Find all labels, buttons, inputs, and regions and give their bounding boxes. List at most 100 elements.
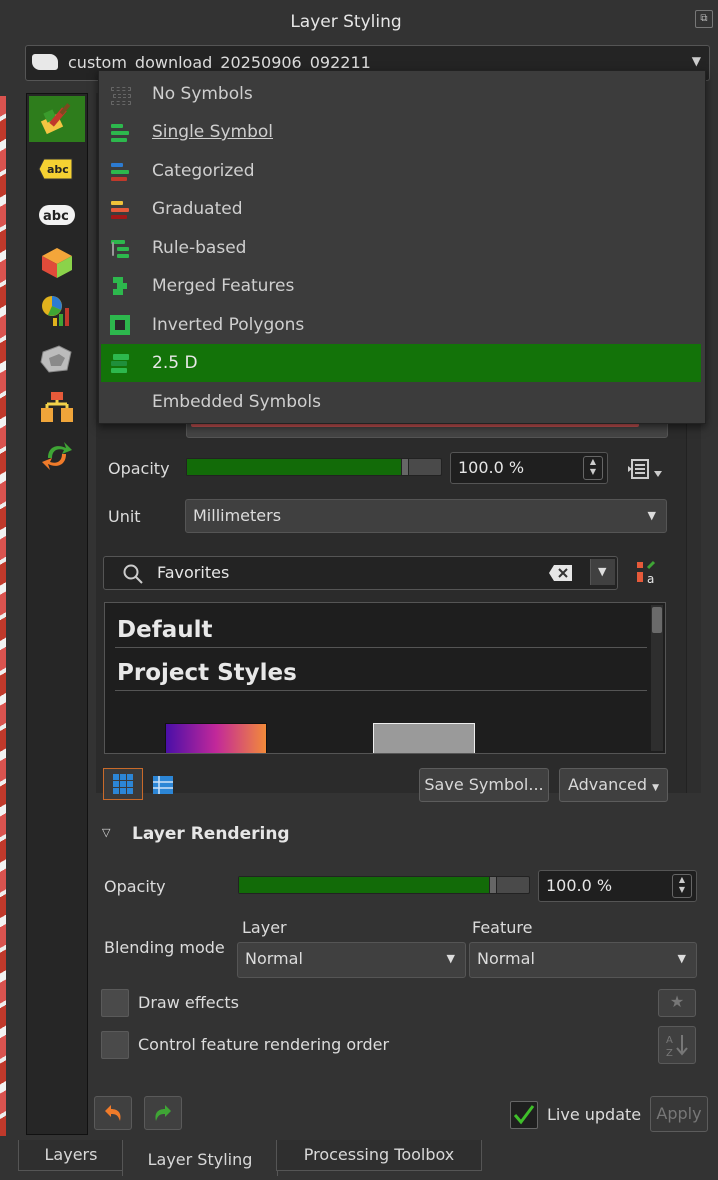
apply-button[interactable]: Apply	[650, 1096, 708, 1132]
undo-icon	[105, 1105, 121, 1121]
svg-text:Z: Z	[666, 1048, 673, 1058]
symbol-library-list[interactable]: Default Project Styles	[104, 602, 666, 754]
spin-arrows-icon[interactable]: ▲ ▼	[672, 874, 692, 898]
unit-select[interactable]: Millimeters ▼	[185, 499, 667, 533]
layer-opacity-slider[interactable]	[238, 876, 530, 894]
chevron-down-icon: ▼	[652, 783, 660, 793]
symbology-icon[interactable]	[29, 96, 85, 142]
divider	[115, 690, 647, 691]
feature-blend-label: Feature	[472, 918, 533, 937]
masks-icon[interactable]: abc	[29, 192, 85, 238]
draw-effects-checkbox[interactable]	[101, 989, 129, 1017]
rendering-icon[interactable]	[29, 384, 85, 430]
checkmark-icon	[513, 1105, 535, 1125]
feature-blend-select[interactable]: Normal ▼	[469, 942, 697, 978]
layer-opacity-label: Opacity	[104, 877, 166, 896]
spin-arrows-icon[interactable]: ▲ ▼	[583, 456, 603, 480]
symbol-opacity-label: Opacity	[108, 459, 170, 478]
menu-item-merged-features[interactable]: Merged Features	[101, 267, 701, 305]
symbol-swatch-gray[interactable]	[373, 723, 475, 753]
list-view-toggle[interactable]	[150, 772, 176, 798]
save-symbol-button[interactable]: Save Symbol...	[419, 768, 549, 802]
redo-button[interactable]	[144, 1096, 182, 1130]
symbol-opacity-handle[interactable]	[401, 458, 409, 476]
svg-text:abc: abc	[47, 163, 69, 176]
menu-item-categorized[interactable]: Categorized	[101, 152, 701, 190]
symbol-swatch-gradient[interactable]	[165, 723, 267, 753]
symbol-opacity-fill	[187, 459, 401, 475]
advanced-button[interactable]: Advanced ▼	[559, 768, 668, 802]
symbol-opacity-spinbox[interactable]: 100.0 % ▲ ▼	[450, 452, 608, 484]
divider	[115, 647, 647, 648]
layer-blend-value: Normal	[245, 949, 303, 968]
merged-features-icon	[109, 275, 131, 297]
library-group-project-styles[interactable]: Project Styles	[117, 660, 297, 686]
rule-based-icon	[109, 237, 131, 259]
layer-opacity-handle[interactable]	[489, 876, 497, 894]
menu-item-label: Merged Features	[152, 276, 295, 296]
layer-rendering-title[interactable]: Layer Rendering	[132, 824, 290, 844]
categorized-icon	[109, 160, 131, 182]
menu-item-no-symbols[interactable]: No Symbols	[101, 75, 701, 113]
data-defined-override-icon[interactable]	[626, 456, 666, 482]
library-scrollbar-handle[interactable]	[652, 607, 662, 633]
chevron-down-icon: ▼	[598, 565, 607, 578]
renderer-menu: No Symbols Single Symbol Categorized Gra…	[98, 70, 706, 424]
unit-value: Millimeters	[193, 506, 282, 525]
collapse-triangle-icon[interactable]: ▽	[102, 826, 110, 839]
map-canvas-edge	[0, 96, 6, 1136]
redo-icon	[155, 1105, 171, 1121]
menu-item-label: Inverted Polygons	[152, 315, 305, 335]
diagrams-icon[interactable]	[29, 288, 85, 334]
draw-effects-label: Draw effects	[138, 993, 239, 1012]
two-five-d-icon	[109, 352, 131, 374]
symbol-opacity-slider[interactable]	[186, 458, 442, 476]
menu-item-graduated[interactable]: Graduated	[101, 190, 701, 228]
menu-item-single-symbol[interactable]: Single Symbol	[101, 113, 701, 151]
labels-icon[interactable]: abc	[29, 146, 85, 192]
layer-opacity-spinbox[interactable]: 100.0 % ▲ ▼	[538, 870, 697, 902]
tab-layer-styling[interactable]: Layer Styling	[122, 1140, 278, 1176]
symbol-search-value: Favorites	[157, 563, 230, 582]
library-group-default[interactable]: Default	[117, 617, 212, 643]
panel-title: Layer Styling	[290, 12, 402, 32]
menu-item-label: Categorized	[152, 161, 255, 181]
list-icon	[153, 776, 173, 794]
layer-blend-select[interactable]: Normal ▼	[237, 942, 466, 978]
single-symbol-icon	[109, 121, 131, 143]
unit-label: Unit	[108, 507, 141, 526]
library-scrollbar[interactable]	[651, 605, 663, 751]
menu-item-embedded-symbols[interactable]: Embedded Symbols	[101, 383, 701, 421]
menu-item-label: Rule-based	[152, 238, 247, 258]
3d-view-icon[interactable]	[29, 240, 85, 286]
live-update-checkbox[interactable]	[510, 1101, 538, 1129]
undock-icon[interactable]: ⧉	[695, 10, 713, 28]
svg-text:abc: abc	[43, 209, 69, 224]
undo-button[interactable]	[94, 1096, 132, 1130]
layer-blend-label: Layer	[242, 918, 287, 937]
style-manager-icon[interactable]: a	[634, 558, 662, 586]
effects-star-icon[interactable]: ★	[658, 989, 696, 1017]
icon-view-toggle[interactable]	[103, 768, 143, 800]
control-order-checkbox[interactable]	[101, 1031, 129, 1059]
menu-item-inverted-polygons[interactable]: Inverted Polygons	[101, 306, 701, 344]
fields-icon[interactable]	[29, 336, 85, 382]
symbol-search-input[interactable]: Favorites ▼	[103, 556, 618, 590]
polygon-layer-icon	[32, 54, 58, 70]
grid-icon	[113, 774, 133, 794]
clear-icon[interactable]	[548, 564, 574, 582]
tab-layers[interactable]: Layers	[18, 1140, 124, 1171]
menu-item-label: 2.5 D	[152, 353, 198, 373]
menu-item-2-5d[interactable]: 2.5 D	[101, 344, 701, 382]
chevron-down-icon: ▼	[677, 952, 686, 965]
search-icon	[123, 564, 143, 584]
inverted-polygons-icon	[109, 314, 131, 336]
sort-az-icon[interactable]: AZ	[658, 1026, 696, 1064]
blending-mode-label: Blending mode	[104, 938, 225, 957]
search-dropdown-button[interactable]: ▼	[590, 559, 615, 585]
chevron-down-icon: ▼	[647, 509, 656, 522]
tab-processing-toolbox[interactable]: Processing Toolbox	[276, 1140, 482, 1171]
history-icon[interactable]	[29, 432, 85, 478]
svg-text:a: a	[647, 572, 654, 586]
menu-item-rule-based[interactable]: Rule-based	[101, 229, 701, 267]
